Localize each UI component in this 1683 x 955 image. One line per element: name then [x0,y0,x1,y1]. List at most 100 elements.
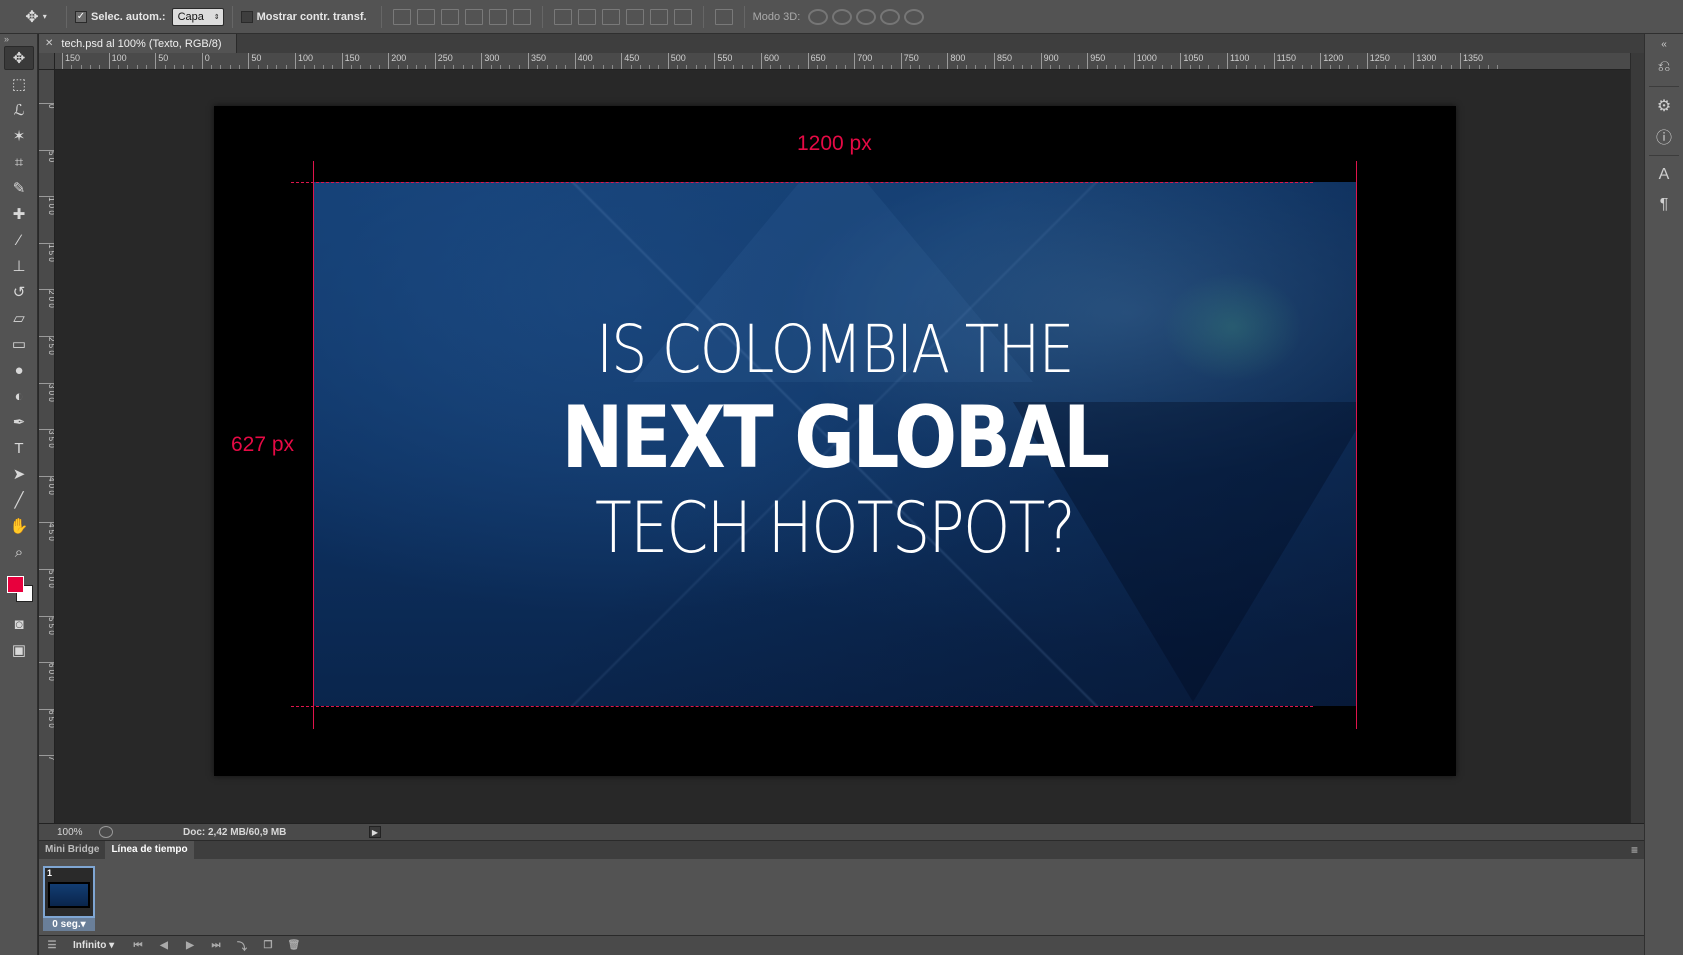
proof-setup-icon[interactable] [99,826,113,838]
distribute-right-icon[interactable] [673,8,692,25]
convert-timeline-icon[interactable]: ☰ [41,938,63,954]
character-panel-icon[interactable]: A [1650,162,1678,188]
auto-align-icon[interactable] [714,8,733,25]
distribute-bottom-icon[interactable] [601,8,620,25]
canvas-area[interactable]: IS COLOMBIA THE NEXT GLOBAL TECH HOTSPOT… [55,70,1630,823]
panel-collapse-icon[interactable]: » [0,34,37,44]
ruler-minor-tick [462,65,464,69]
properties-panel-icon[interactable]: ⚙ [1650,93,1678,119]
slide-3d-icon[interactable] [880,8,901,25]
panel-menu-icon[interactable]: ≡ [1631,843,1638,857]
chevron-down-icon: ▾ [42,12,47,21]
document-canvas[interactable]: IS COLOMBIA THE NEXT GLOBAL TECH HOTSPOT… [214,106,1456,776]
brush-icon[interactable]: ∕ [4,228,34,252]
status-menu-arrow-icon[interactable]: ▶ [369,826,381,838]
align-hcenter-icon[interactable] [488,8,507,25]
horizontal-ruler[interactable]: 150 100 50 0 50 100 150 200 250 300 350 400 450 500 55… [55,53,1630,70]
roll-3d-icon[interactable] [832,8,853,25]
pan-3d-icon[interactable] [856,8,877,25]
color-swatches [4,570,34,606]
ruler-origin[interactable] [39,53,55,70]
ruler-minor-tick [360,65,362,69]
align-top-icon[interactable] [392,8,411,25]
hand-icon[interactable]: ✋ [4,514,34,538]
distribute-left-icon[interactable] [625,8,644,25]
distribute-hcenter-icon[interactable] [649,8,668,25]
zoom-level[interactable]: 100% [39,827,83,838]
ruler-minor-tick [378,65,380,69]
distribute-top-icon[interactable] [553,8,572,25]
ruler-minor-tick [537,65,539,69]
blur-icon[interactable]: ● [4,358,34,382]
tab-mini-bridge[interactable]: Mini Bridge [39,841,105,859]
vertical-ruler[interactable]: 0 5 0 1 0 0 1 5 0 2 0 0 2 5 0 3 0 0 3 5 0 4 0 0 4… [39,70,55,823]
ruler-minor-tick [1478,65,1480,69]
scale-3d-icon[interactable] [904,8,925,25]
eraser-icon[interactable]: ▱ [4,306,34,330]
history-panel-icon[interactable]: ⎌ [1650,54,1678,80]
play-icon[interactable]: ▶ [179,938,201,954]
ruler-minor-tick [1310,65,1312,69]
quick-mask-icon[interactable]: ◙ [4,612,34,636]
ruler-minor-tick [565,65,567,69]
ruler-minor-tick [919,65,921,69]
foreground-color-swatch[interactable] [7,576,24,593]
crop-icon[interactable]: ⌗ [4,150,34,174]
ruler-minor-tick [1487,65,1489,69]
type-icon[interactable]: T [4,436,34,460]
ruler-tick-label: 0 [201,53,210,69]
gradient-icon[interactable]: ▭ [4,332,34,356]
ruler-minor-tick [267,65,269,69]
show-transform-checkbox[interactable] [240,10,253,23]
healing-brush-icon[interactable]: ✚ [4,202,34,226]
auto-select-checkbox[interactable]: ✓ [75,10,87,23]
tool-preset-picker[interactable]: ✥ ▾ [14,4,58,30]
delete-frame-icon[interactable]: 🗑 [283,938,305,954]
animation-frame[interactable]: 1 [43,866,95,918]
tween-icon[interactable]: ⤵ [231,938,253,954]
close-icon[interactable]: ✕ [45,38,53,49]
info-panel-icon[interactable]: ⓘ [1650,123,1678,149]
next-frame-icon[interactable]: ⏭ [205,938,227,954]
previous-frame-icon[interactable]: ◀ [153,938,175,954]
frame-delay-dropdown[interactable]: 0 seg.▾ [43,918,95,931]
rotate-3d-icon[interactable] [808,8,829,25]
move-icon[interactable]: ✥ [4,46,34,70]
ruler-minor-tick [844,65,846,69]
panel-expand-icon[interactable]: « [1650,38,1678,50]
headline-text-layer[interactable]: IS COLOMBIA THE NEXT GLOBAL TECH HOTSPOT… [313,310,1356,570]
align-left-icon[interactable] [464,8,483,25]
align-vcenter-icon[interactable] [416,8,435,25]
lasso-icon[interactable]: ℒ [4,98,34,122]
screen-mode-icon[interactable]: ▣ [4,638,34,662]
zoom-icon[interactable]: ⌕ [4,540,34,564]
ruler-tick-label: 4 0 0 [39,475,54,495]
align-right-icon[interactable] [512,8,531,25]
magic-wand-icon[interactable]: ✶ [4,124,34,148]
divider [380,5,382,28]
vertical-scrollbar[interactable] [1630,53,1644,823]
marquee-icon[interactable]: ⬚ [4,72,34,96]
loop-options-dropdown[interactable]: Infinito ▾ [65,940,125,951]
ruler-minor-tick [1348,65,1350,69]
pen-icon[interactable]: ✒ [4,410,34,434]
ruler-minor-tick [1115,65,1117,69]
distribute-vcenter-icon[interactable] [577,8,596,25]
stamp-icon[interactable]: ⊥ [4,254,34,278]
ruler-tick-label: 2 0 0 [39,289,54,308]
path-selection-icon[interactable]: ➤ [4,462,34,486]
ruler-tick-label: 5 0 [39,149,54,162]
auto-select-dropdown[interactable]: Capa ⇕ [171,7,224,26]
first-frame-icon[interactable]: ⏮ [127,938,149,954]
history-brush-icon[interactable]: ↺ [4,280,34,304]
align-bottom-icon[interactable] [440,8,459,25]
paragraph-panel-icon[interactable]: ¶ [1650,192,1678,218]
line-icon[interactable]: ╱ [4,488,34,512]
ruler-tick-label: 4 5 0 [39,522,54,541]
dodge-icon[interactable]: ◐ [4,384,34,408]
eyedropper-icon[interactable]: ✎ [4,176,34,200]
tab-timeline[interactable]: Línea de tiempo [105,841,194,859]
ruler-minor-tick [910,65,912,69]
duplicate-frame-icon[interactable]: ❐ [257,938,279,954]
document-tab[interactable]: ✕ tech.psd al 100% (Texto, RGB/8) [39,34,237,53]
